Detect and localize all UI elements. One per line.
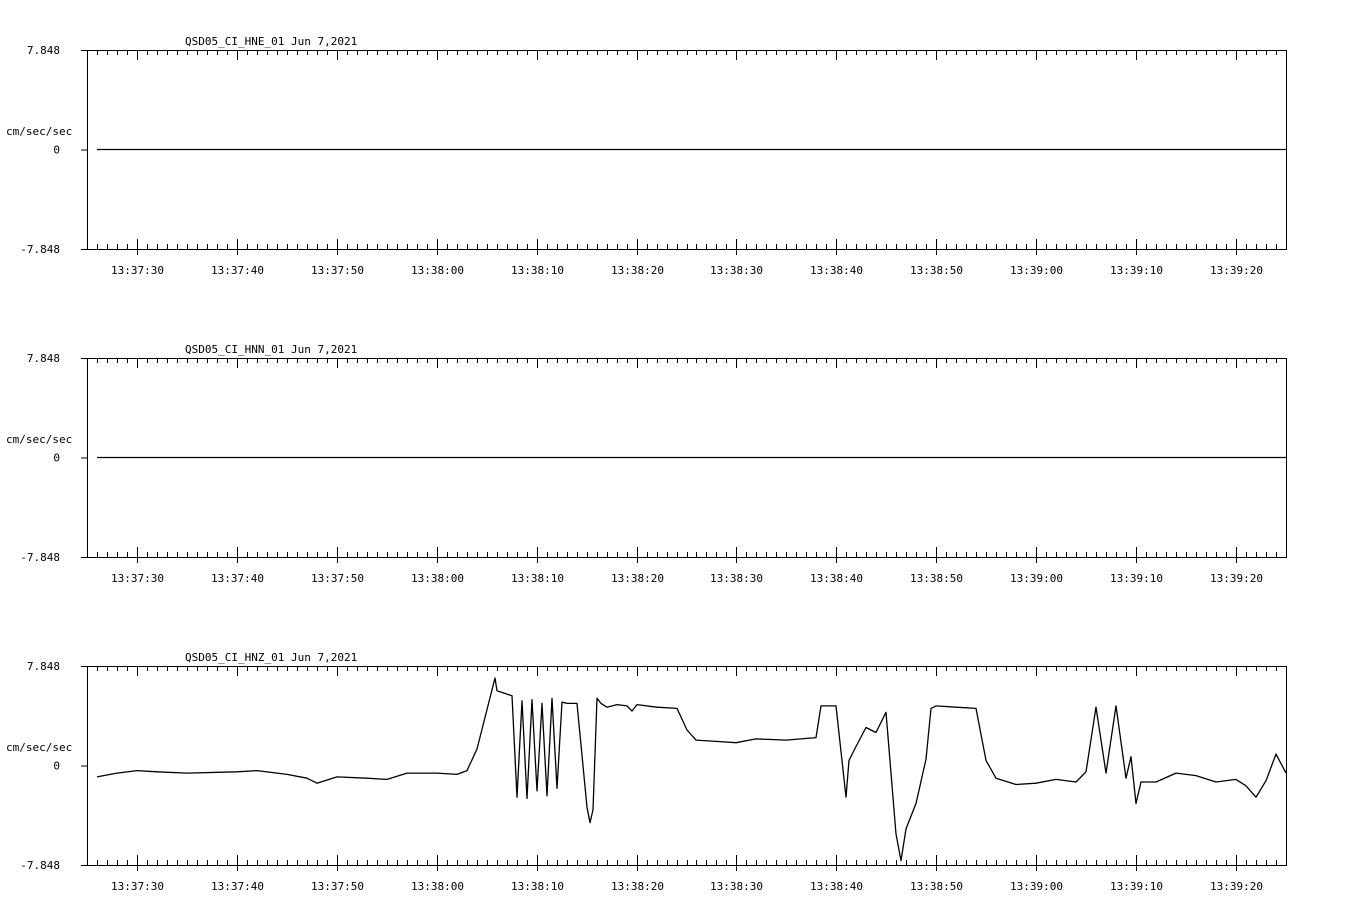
chart-title: QSD05_CI_HNE_01 Jun 7,2021 — [185, 35, 357, 48]
x-tick-label: 13:39:20 — [1210, 880, 1263, 893]
x-tick-label: 13:38:50 — [910, 572, 963, 585]
x-tick-label: 13:39:00 — [1010, 264, 1063, 277]
seismogram-canvas: QSD05_CI_HNE_01 Jun 7,2021 7.848 0 -7.848 cm… — [6, 35, 1287, 893]
chart-title: QSD05_CI_HNZ_01 Jun 7,2021 — [185, 651, 357, 664]
y-tick-label: -7.848 — [20, 243, 60, 256]
x-tick-label: 13:38:40 — [810, 880, 863, 893]
x-tick-label: 13:39:10 — [1110, 264, 1163, 277]
y-tick-label: 7.848 — [27, 660, 60, 673]
x-tick-label: 13:37:30 — [111, 264, 164, 277]
chart-title: QSD05_CI_HNN_01 Jun 7,2021 — [185, 343, 357, 356]
y-tick-label: 0 — [53, 144, 60, 157]
x-tick-label: 13:38:00 — [411, 264, 464, 277]
x-tick-label: 13:39:20 — [1210, 572, 1263, 585]
x-tick-label: 13:37:50 — [311, 264, 364, 277]
panel-2: QSD05_CI_HNN_01 Jun 7,2021 7.848 0 -7.848 cm… — [6, 343, 1287, 585]
x-tick-label: 13:37:50 — [311, 572, 364, 585]
x-tick-label: 13:38:20 — [611, 880, 664, 893]
x-tick-label: 13:37:40 — [211, 572, 264, 585]
series-line — [96, 677, 1287, 862]
x-tick-label: 13:38:40 — [810, 264, 863, 277]
x-tick-label: 13:38:10 — [511, 880, 564, 893]
y-axis-label: cm/sec/sec — [6, 125, 72, 138]
y-axis-label: cm/sec/sec — [6, 433, 72, 446]
y-tick-label: -7.848 — [20, 859, 60, 872]
panel-1: QSD05_CI_HNE_01 Jun 7,2021 7.848 0 -7.848 cm… — [6, 35, 1287, 277]
x-tick-label: 13:38:40 — [810, 572, 863, 585]
x-tick-label: 13:38:30 — [710, 880, 763, 893]
x-tick-label: 13:39:00 — [1010, 572, 1063, 585]
y-tick-label: -7.848 — [20, 551, 60, 564]
x-tick-label: 13:38:20 — [611, 264, 664, 277]
x-tick-label: 13:37:40 — [211, 880, 264, 893]
y-tick-label: 7.848 — [27, 352, 60, 365]
y-tick-label: 7.848 — [27, 44, 60, 57]
x-tick-label: 13:37:30 — [111, 880, 164, 893]
x-tick-label: 13:38:30 — [710, 264, 763, 277]
x-tick-label: 13:37:30 — [111, 572, 164, 585]
x-tick-label: 13:39:10 — [1110, 880, 1163, 893]
panel-3: QSD05_CI_HNZ_01 Jun 7,2021 7.848 0 -7.848 cm… — [6, 651, 1287, 893]
y-tick-label: 0 — [53, 760, 60, 773]
y-axis-label: cm/sec/sec — [6, 741, 72, 754]
x-tick-label: 13:38:50 — [910, 264, 963, 277]
x-tick-label: 13:39:20 — [1210, 264, 1263, 277]
x-tick-label: 13:38:20 — [611, 572, 664, 585]
x-tick-label: 13:38:00 — [411, 572, 464, 585]
x-tick-label: 13:38:10 — [511, 264, 564, 277]
x-tick-label: 13:39:00 — [1010, 880, 1063, 893]
x-tick-label: 13:38:00 — [411, 880, 464, 893]
x-tick-label: 13:39:10 — [1110, 572, 1163, 585]
x-tick-label: 13:38:30 — [710, 572, 763, 585]
x-tick-label: 13:38:10 — [511, 572, 564, 585]
x-tick-label: 13:37:40 — [211, 264, 264, 277]
x-tick-label: 13:38:50 — [910, 880, 963, 893]
y-tick-label: 0 — [53, 452, 60, 465]
x-tick-label: 13:37:50 — [311, 880, 364, 893]
